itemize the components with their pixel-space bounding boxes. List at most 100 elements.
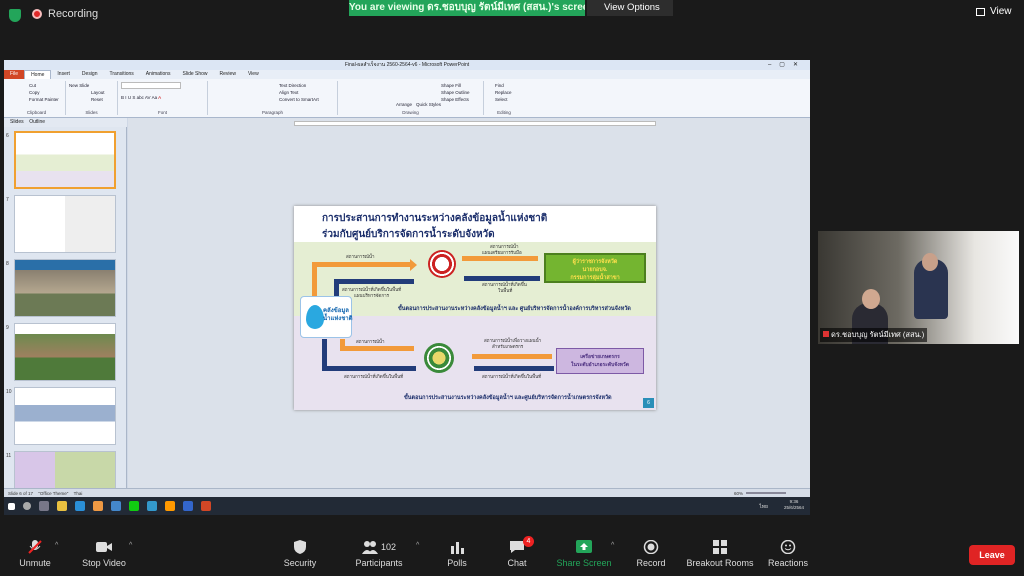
slide-title-line2: ร่วมกับศูนย์บริการจัดการน้ำระดับจังหวัด	[322, 229, 495, 240]
windows-start-icon[interactable]	[8, 502, 15, 510]
search-icon[interactable]	[23, 502, 31, 510]
agriculture-seal-icon	[424, 343, 454, 373]
purple-box-line2: ในระดับอำเภอระดับจังหวัด	[571, 362, 629, 368]
taskbar-lang[interactable]: ไทย	[759, 503, 768, 511]
slide[interactable]: การประสานการทำงานระหว่างคลังข้อมูลน้ำแห่…	[294, 206, 656, 410]
shield-icon	[294, 540, 306, 554]
share-screen-button[interactable]: Share Screen	[549, 540, 619, 568]
font-color-button[interactable]: A	[158, 95, 161, 100]
app-icon[interactable]	[147, 501, 157, 511]
taskbar-clock[interactable]: 9:36 25/6/2564	[784, 499, 804, 511]
participants-caret[interactable]: ^	[416, 542, 419, 549]
menu-home[interactable]: Home	[24, 70, 52, 79]
bar-chart-icon	[451, 542, 464, 554]
task-view-icon[interactable]	[39, 501, 49, 511]
video-options-caret[interactable]: ^	[129, 542, 132, 549]
case-button[interactable]: Aa	[152, 95, 158, 100]
replace-button[interactable]: Replace	[495, 89, 521, 96]
slide-thumbnail[interactable]	[14, 323, 116, 381]
font-name-box[interactable]	[121, 82, 181, 89]
window-controls[interactable]: –▢✕	[768, 60, 806, 70]
menu-slide-show[interactable]: Slide Show	[177, 70, 214, 79]
menu-design[interactable]: Design	[76, 70, 104, 79]
thumb-number: 6	[6, 133, 9, 139]
security-shield-icon[interactable]	[9, 9, 21, 22]
participants-button[interactable]: 102 Participants	[344, 540, 414, 568]
quick-styles-button[interactable]: Quick Styles	[416, 101, 441, 108]
format-painter-button[interactable]: Format Painter	[29, 96, 62, 103]
share-options-caret[interactable]: ^	[611, 542, 614, 549]
smartart-button[interactable]: Convert to SmartArt	[279, 96, 334, 103]
slide-thumbnail[interactable]	[14, 387, 116, 445]
ppt-title-bar: Final-ผลสำเร็จงาน 2560-2564-v6 - Microso…	[4, 60, 810, 70]
participants-icon-row: 102	[344, 540, 414, 554]
italic-button[interactable]: I	[125, 95, 126, 100]
status-language: Thai	[73, 491, 83, 496]
tab-slides[interactable]: Slides	[10, 119, 24, 125]
align-text-button[interactable]: Align Text	[279, 89, 334, 96]
copy-button[interactable]: Copy	[29, 89, 62, 96]
recording-indicator[interactable]: Recording	[32, 8, 98, 20]
slide-thumbnail[interactable]	[14, 195, 116, 253]
zoom-slider[interactable]	[746, 492, 786, 494]
smiley-icon	[780, 540, 796, 554]
arrange-button[interactable]: Arrange	[396, 101, 412, 108]
text-direction-button[interactable]: Text Direction	[279, 82, 334, 89]
unmute-button[interactable]: Unmute	[0, 540, 70, 568]
menu-file[interactable]: File	[4, 70, 25, 79]
reactions-button[interactable]: Reactions	[753, 540, 823, 568]
shadow-button[interactable]: S	[132, 95, 135, 100]
spacing-button[interactable]: AV	[145, 95, 151, 100]
thumb-number: 7	[6, 197, 9, 203]
file-explorer-icon[interactable]	[57, 501, 67, 511]
zoom-bottom-toolbar: Unmute ^ Stop Video ^ Security 102 Parti…	[0, 530, 1024, 576]
label-a7: ในพื้นที่	[498, 288, 513, 293]
edge-icon[interactable]	[75, 501, 85, 511]
slide-thumbnail[interactable]	[14, 259, 116, 317]
shape-fill-button[interactable]: Shape Fill	[441, 82, 480, 89]
audio-options-caret[interactable]: ^	[55, 542, 58, 549]
breakout-rooms-button[interactable]: Breakout Rooms	[684, 540, 756, 568]
slide-thumbnail[interactable]	[14, 131, 116, 189]
strikethrough-button[interactable]: abc	[137, 95, 144, 100]
bold-button[interactable]: B	[121, 95, 124, 100]
line-app-icon[interactable]	[129, 501, 139, 511]
view-button[interactable]: View	[976, 6, 1012, 17]
powerpoint-icon[interactable]	[201, 501, 211, 511]
clipboard-label: Clipboard	[26, 110, 47, 115]
menu-review[interactable]: Review	[214, 70, 242, 79]
security-button[interactable]: Security	[265, 540, 335, 568]
record-button[interactable]: Record	[616, 540, 686, 568]
cut-button[interactable]: Cut	[29, 82, 62, 89]
label-a5: แผนเตรียมการรับมือ	[482, 250, 522, 255]
status-zoom[interactable]: 60%	[734, 489, 743, 497]
menu-animations[interactable]: Animations	[140, 70, 177, 79]
underline-button[interactable]: U	[128, 95, 131, 100]
app-icon[interactable]	[165, 501, 175, 511]
chat-button[interactable]: 4 Chat	[482, 536, 552, 568]
chrome-icon[interactable]	[93, 501, 103, 511]
menu-view[interactable]: View	[242, 70, 265, 79]
leave-button[interactable]: Leave	[969, 545, 1015, 565]
app-icon[interactable]	[183, 501, 193, 511]
ribbon-font: B I U S abc AV Aa A Font	[118, 81, 208, 115]
view-options-button[interactable]: View Options	[587, 0, 673, 16]
shape-outline-button[interactable]: Shape Outline	[441, 89, 480, 96]
menu-transitions[interactable]: Transitions	[104, 70, 140, 79]
participant-video[interactable]: ดร.ชอบบุญ รัตน์มีเทศ (สสน.)	[818, 231, 1019, 344]
zoom-app-icon[interactable]	[111, 501, 121, 511]
tab-outline[interactable]: Outline	[29, 119, 45, 125]
select-button[interactable]: Select	[495, 96, 521, 103]
slide-thumbnail[interactable]	[14, 451, 116, 489]
menu-insert[interactable]: Insert	[51, 70, 76, 79]
font-format-buttons[interactable]: B I U S abc AV Aa A	[121, 94, 204, 101]
shape-effects-button[interactable]: Shape Effects	[441, 96, 480, 103]
reset-button[interactable]: Reset	[91, 96, 114, 103]
ribbon-editing: Find Replace Select Editing	[484, 81, 524, 115]
layout-button[interactable]: Layout	[91, 89, 114, 96]
polls-label: Polls	[447, 558, 467, 568]
find-button[interactable]: Find	[495, 82, 521, 89]
drawing-label: Drawing	[402, 110, 419, 115]
new-slide-button[interactable]: New Slide	[69, 82, 114, 89]
arrow-navy-left	[334, 279, 414, 284]
